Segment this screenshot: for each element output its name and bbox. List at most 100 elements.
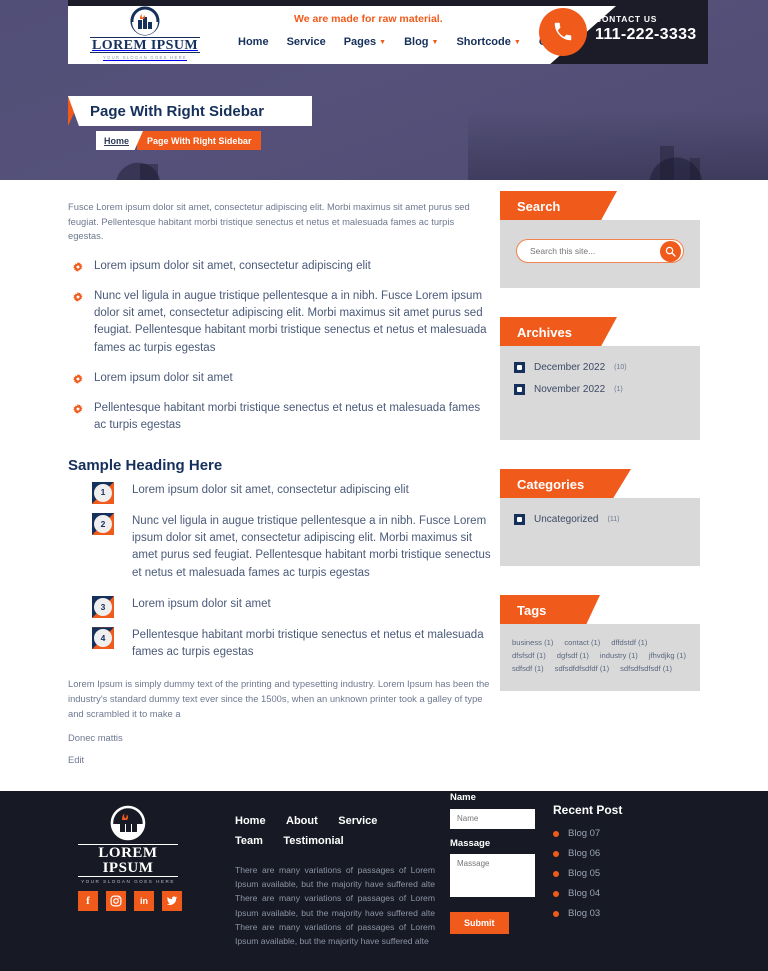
instagram-icon[interactable] — [106, 891, 126, 911]
nav-label: Home — [238, 36, 269, 48]
hero-tower-2 — [660, 146, 674, 180]
message-field[interactable] — [450, 853, 535, 897]
footer-nav-team[interactable]: Team — [235, 835, 263, 847]
list-item[interactable]: Blog 03 — [553, 908, 703, 919]
tag-link[interactable]: sdfsdfdfsdfdf (1) — [555, 664, 609, 673]
gear-bullet-icon — [73, 403, 83, 415]
archive-item[interactable]: November 2022 (1) — [514, 384, 686, 395]
footer-nav-about[interactable]: About — [286, 815, 318, 827]
tag-link[interactable]: jfhvdjkg (1) — [649, 651, 686, 660]
footer-logo-factory-icon — [105, 805, 151, 841]
tag-link[interactable]: sdfsdf (1) — [512, 664, 544, 673]
widget-title: Archives — [500, 317, 617, 347]
category-item[interactable]: Uncategorized (11) — [514, 514, 686, 525]
tag-link[interactable]: dffdstdf (1) — [611, 638, 647, 647]
nav-item-pages[interactable]: Pages ▼ — [344, 36, 386, 48]
breadcrumb-home[interactable]: Home — [96, 131, 144, 150]
social-links: f in — [78, 891, 182, 911]
logo-slogan: YOUR SLOGAN GOES HERE — [102, 54, 188, 60]
list-item: 4 Pellentesque habitant morbi tristique … — [68, 627, 492, 662]
widget-header: Archives — [500, 314, 700, 347]
nav-label: Shortcode — [456, 36, 511, 48]
list-item-text: Lorem ipsum dolor sit amet — [132, 597, 271, 610]
header-tagline: We are made for raw material. — [294, 13, 443, 25]
footer-logo-slogan: YOUR SLOGAN GOES HERE — [81, 879, 175, 884]
footer-nav-testimonial[interactable]: Testimonial — [283, 835, 343, 847]
intro-paragraph: Fusce Lorem ipsum dolor sit amet, consec… — [68, 201, 470, 242]
category-label: Uncategorized — [534, 514, 599, 525]
chevron-down-icon: ▼ — [379, 38, 387, 46]
name-field[interactable] — [450, 808, 535, 829]
bullet-square-icon — [514, 514, 525, 525]
tag-link[interactable]: sdfsdfsdfsdf (1) — [620, 664, 672, 673]
main-content-column: Fusce Lorem ipsum dolor sit amet, consec… — [68, 200, 492, 765]
number-badge: 4 — [92, 627, 114, 650]
closing-paragraph: Lorem Ipsum is simply dummy text of the … — [68, 677, 490, 719]
footer-nav-service[interactable]: Service — [338, 815, 377, 827]
footer-nav-home[interactable]: Home — [235, 815, 266, 827]
nav-item-shortcode[interactable]: Shortcode ▼ — [456, 36, 520, 48]
donec-text: Donec mattis — [68, 731, 123, 743]
list-item: Lorem ipsum dolor sit amet, consectetur … — [68, 258, 492, 275]
footer-about-text: There are many variations of passages of… — [235, 865, 435, 946]
list-item-text: Lorem ipsum dolor sit amet, consectetur … — [94, 259, 371, 272]
breadcrumb-current: Page With Right Sidebar — [137, 131, 262, 150]
submit-button[interactable]: Submit — [450, 911, 509, 934]
list-item-text: Lorem ipsum dolor sit amet, consectetur … — [132, 483, 409, 496]
archive-label: November 2022 — [534, 384, 606, 395]
tag-link[interactable]: industry (1) — [600, 651, 638, 660]
widget-header: Search — [500, 188, 700, 221]
list-item[interactable]: Blog 07 — [553, 828, 703, 839]
search-button[interactable] — [660, 241, 681, 262]
list-item: 2 Nunc vel ligula in augue tristique pel… — [68, 512, 492, 582]
archive-count: (10) — [614, 364, 627, 371]
page-title: Page With Right Sidebar — [68, 96, 312, 126]
recent-post-label: Blog 05 — [568, 868, 601, 879]
site-logo[interactable]: LOREM IPSUM YOUR SLOGAN GOES HERE — [90, 6, 200, 60]
widget-title: Tags — [500, 595, 600, 625]
archive-count: (1) — [614, 386, 623, 393]
facebook-icon[interactable]: f — [78, 891, 98, 911]
tag-link[interactable]: business (1) — [512, 638, 553, 647]
contact-phone-number: 111-222-3333 — [595, 26, 697, 43]
contact-label: CONTACT US — [595, 14, 658, 24]
number-badge: 1 — [92, 481, 114, 504]
tag-link[interactable]: dgfsdf (1) — [557, 651, 589, 660]
gear-bullet-icon — [73, 291, 83, 302]
list-item-text: Nunc vel ligula in augue tristique pelle… — [94, 289, 487, 354]
number-badge-value: 4 — [94, 629, 112, 648]
category-count: (11) — [607, 516, 620, 523]
phone-button[interactable] — [539, 8, 587, 56]
nav-item-blog[interactable]: Blog ▼ — [404, 36, 438, 48]
recent-posts-title: Recent Post — [553, 803, 623, 817]
linkedin-icon[interactable]: in — [134, 891, 154, 911]
twitter-icon[interactable] — [162, 891, 182, 911]
nav-item-service[interactable]: Service — [287, 36, 326, 48]
nav-item-home[interactable]: Home — [238, 36, 269, 48]
feature-list: Lorem ipsum dolor sit amet, consectetur … — [68, 258, 492, 435]
tag-link[interactable]: contact (1) — [564, 638, 600, 647]
contact-info: CONTACT US 111-222-3333 — [595, 14, 696, 44]
widget-title: Categories — [500, 469, 631, 499]
archive-item[interactable]: December 2022 (10) — [514, 362, 686, 373]
search-input[interactable] — [517, 246, 647, 256]
list-item[interactable]: Blog 04 — [553, 888, 703, 899]
section-heading: Sample Heading Here — [68, 456, 223, 474]
widget-header: Tags — [500, 592, 700, 625]
list-item[interactable]: Blog 06 — [553, 848, 703, 859]
hero-tower-1 — [140, 164, 158, 180]
tag-link[interactable]: dfsfsdf (1) — [512, 651, 546, 660]
gear-bullet-icon — [73, 261, 83, 272]
widget-tags: Tags business (1) contact (1) dffdstdf (… — [500, 592, 700, 692]
number-badge: 3 — [92, 595, 114, 618]
widget-categories: Categories Uncategorized (11) — [500, 466, 700, 567]
footer-logo[interactable]: LOREM IPSUM YOUR SLOGAN GOES HERE — [78, 805, 178, 884]
edit-link[interactable]: Edit — [68, 754, 492, 765]
list-item: 1 Lorem ipsum dolor sit amet, consectetu… — [68, 481, 492, 504]
list-item[interactable]: Blog 05 — [553, 868, 703, 879]
logo-wordmark: LOREM IPSUM — [90, 37, 200, 54]
list-item: Pellentesque habitant morbi tristique se… — [68, 400, 492, 435]
search-icon — [665, 246, 676, 257]
numbered-list: 1 Lorem ipsum dolor sit amet, consectetu… — [68, 481, 492, 662]
widget-body: Uncategorized (11) — [500, 498, 700, 566]
